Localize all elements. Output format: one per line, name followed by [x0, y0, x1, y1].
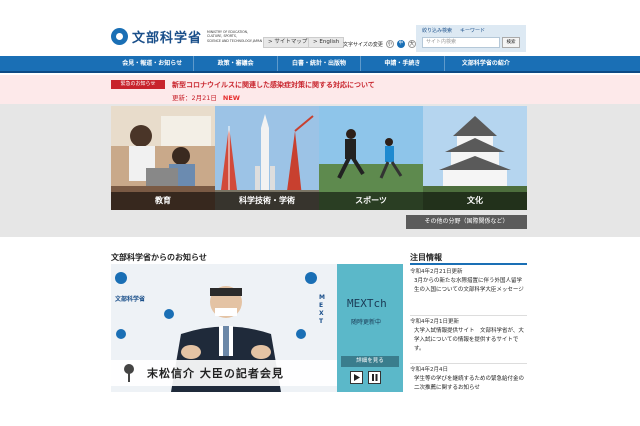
tile-label-sports: スポーツ [319, 192, 423, 210]
nav-item-publications[interactable]: 白書・統計・出版物 [278, 56, 362, 71]
global-nav: 会見・報道・お知らせ 政策・審議会 白書・統計・出版物 申請・手続き 文部科学省… [0, 56, 640, 73]
featured-item[interactable]: 令和4年2月1日更新 大学入試情報提供サイト 文部科学省が、大学入試についての情… [410, 318, 527, 364]
news-section-title: 文部科学省からのお知らせ [111, 253, 207, 262]
search-input[interactable]: サイト内検索 [422, 37, 500, 48]
featured-item-body: 3月からの新たな水際措置に伴う外国人留学生の入国についての文部科学大臣メッセージ [414, 278, 524, 293]
featured-item-date: 令和4年2月4日 [410, 367, 448, 373]
pause-button[interactable] [368, 371, 381, 384]
video-caption: 末松信介 大臣の記者会見 [147, 367, 284, 380]
font-size-small-button[interactable]: 小 [385, 40, 394, 48]
tile-label-education: 教育 [111, 192, 215, 210]
font-size-switcher: 文字サイズの変更 小 中 大 [343, 40, 416, 48]
featured-title: 注目情報 [410, 253, 442, 262]
tile-education[interactable]: 教育 [111, 106, 215, 210]
video-caption-band: 末松信介 大臣の記者会見 [111, 360, 337, 386]
tile-label-science: 科学技術・学術 [215, 192, 319, 210]
search-tab-filter[interactable]: 絞り込み検索 [422, 27, 452, 34]
featured-divider [410, 263, 527, 265]
video-logo-text: 文部科学省 [115, 296, 146, 303]
emergency-update: 更新：2月21日 NEW [172, 92, 240, 102]
sitemap-link[interactable]: > サイトマップ [263, 37, 313, 48]
featured-item-date: 令和4年2月21日更新 [410, 269, 463, 275]
featured-item-body: 大学入試情報提供サイト 文部科学省が、大学入試についての情報を提供するサイトです… [414, 328, 524, 352]
pause-icon [372, 374, 378, 381]
mext-channel-panel: MEXTch 随時更新中 詳細を見る [337, 264, 403, 392]
new-badge: NEW [222, 94, 240, 102]
english-link[interactable]: > English [308, 37, 345, 48]
font-size-label: 文字サイズの変更 [343, 41, 383, 48]
mext-update-text: 随時更新中 [351, 319, 382, 326]
search-tab-keyword[interactable]: キーワード [460, 27, 485, 34]
tile-sports[interactable]: スポーツ [319, 106, 423, 210]
tile-culture[interactable]: 文化 [423, 106, 527, 210]
featured-item-date: 令和4年2月1日更新 [410, 319, 459, 325]
detail-button[interactable]: 詳細を見る [341, 356, 399, 367]
play-icon [354, 374, 360, 381]
site-header: 文部科学省 MINISTRY OF EDUCATION, CULTURE, SP… [0, 0, 640, 56]
nav-item-press[interactable]: 会見・報道・お知らせ [111, 56, 195, 71]
emergency-notice: 緊急のお知らせ 新型コロナウイルスに関連した感染症対策に関する対応について 更新… [0, 75, 640, 104]
search-box: 絞り込み検索 キーワード サイト内検索 検索 [416, 25, 526, 52]
emergency-badge: 緊急のお知らせ [111, 80, 165, 89]
font-size-medium-button[interactable]: 中 [396, 40, 405, 48]
featured-item-body: 学生等の学びを継続するための緊急給付金の二次推薦に関するお知らせ [414, 376, 525, 391]
tile-label-culture: 文化 [423, 192, 527, 210]
mext-logo[interactable]: 文部科学省 MINISTRY OF EDUCATION, CULTURE, SP… [111, 27, 267, 46]
microphone-icon [124, 364, 134, 382]
field-tiles: 教育 科学技術・学術 スポーツ 文化 [111, 106, 527, 210]
logo-english-text: MINISTRY OF EDUCATION, CULTURE, SPORTS, … [207, 30, 263, 43]
video-mext-text: M E X T [319, 294, 325, 325]
search-button[interactable]: 検索 [502, 37, 520, 48]
emergency-date: 更新：2月21日 [172, 94, 217, 102]
emergency-title-link[interactable]: 新型コロナウイルスに関連した感染症対策に関する対応について [172, 80, 375, 90]
logo-text: 文部科学省 [132, 31, 203, 46]
tile-science[interactable]: 科学技術・学術 [215, 106, 319, 210]
nav-item-about[interactable]: 文部科学省の紹介 [445, 56, 527, 71]
mext-channel-title: MEXTch [347, 297, 387, 310]
play-button[interactable] [350, 371, 363, 384]
font-size-large-button[interactable]: 大 [407, 40, 416, 48]
other-fields-button[interactable]: その他の分野（国際関係など） [406, 215, 527, 229]
featured-item[interactable]: 令和4年2月4日 学生等の学びを継続するための緊急給付金の二次推薦に関するお知ら… [410, 366, 527, 396]
logo-mark-icon [111, 28, 128, 45]
nav-item-policy[interactable]: 政策・審議会 [194, 56, 278, 71]
nav-item-applications[interactable]: 申請・手続き [361, 56, 445, 71]
featured-item[interactable]: 令和4年2月21日更新 3月からの新たな水際措置に伴う外国人留学生の入国について… [410, 268, 527, 316]
